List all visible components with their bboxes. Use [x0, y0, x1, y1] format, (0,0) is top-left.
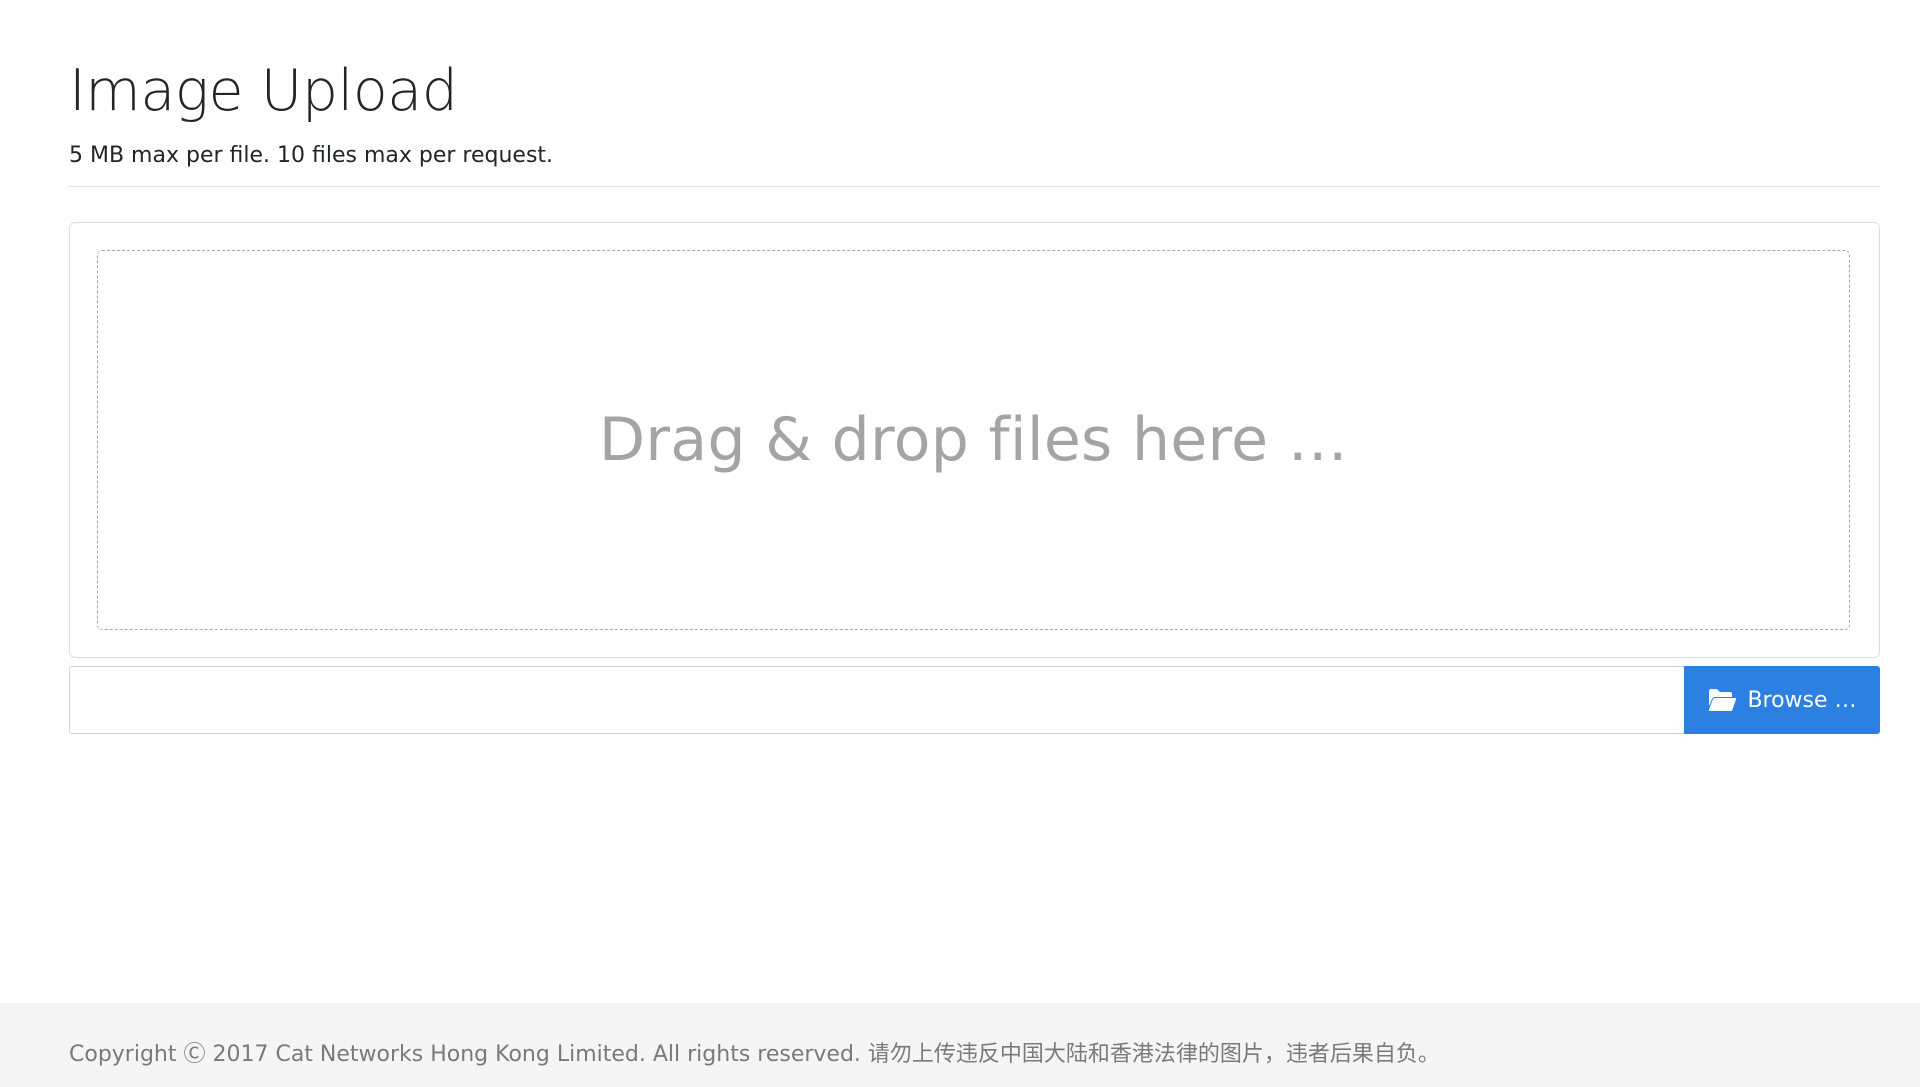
upload-card: Drag & drop files here … [69, 222, 1880, 658]
page-title: Image Upload [69, 58, 458, 124]
folder-open-icon [1707, 688, 1737, 712]
file-caption-input[interactable] [69, 666, 1684, 734]
page: Image Upload 5 MB max per file. 10 files… [0, 0, 1920, 1087]
header-divider [69, 186, 1880, 187]
browse-button-label: Browse … [1747, 687, 1857, 713]
drop-zone[interactable]: Drag & drop files here … [97, 250, 1850, 630]
copyright-text: Copyright Ⓒ 2017 Cat Networks Hong Kong … [69, 1042, 1440, 1067]
browse-button[interactable]: Browse … [1684, 666, 1880, 734]
footer: Copyright Ⓒ 2017 Cat Networks Hong Kong … [0, 1003, 1920, 1087]
upload-limits-text: 5 MB max per file. 10 files max per requ… [69, 143, 554, 168]
file-input-group: Browse … [69, 666, 1880, 734]
drop-zone-label: Drag & drop files here … [598, 405, 1349, 475]
